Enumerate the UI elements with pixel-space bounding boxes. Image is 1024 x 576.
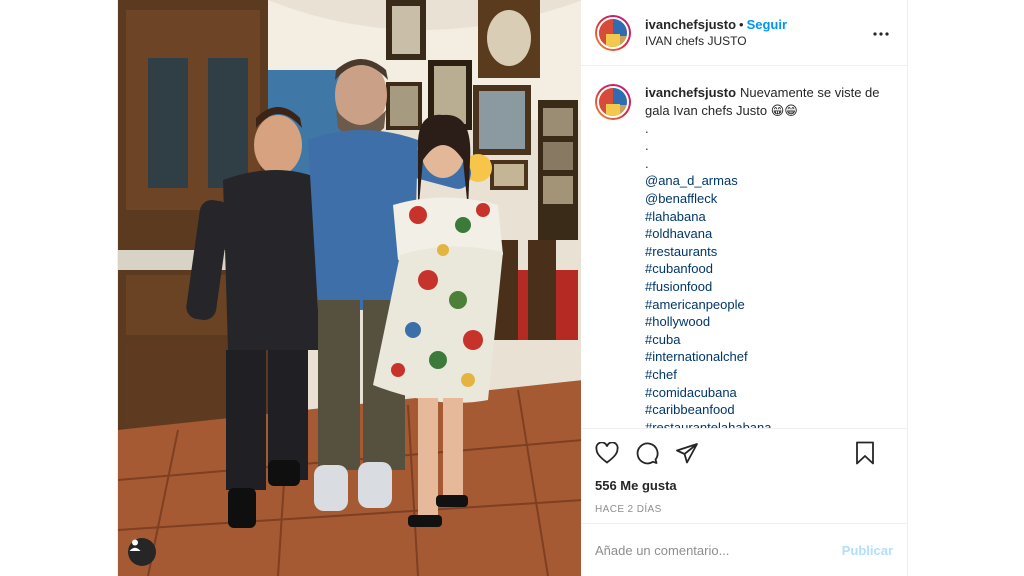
hashtag-link[interactable]: #lahabana <box>645 208 893 226</box>
hashtag-link[interactable]: #oldhavana <box>645 225 893 243</box>
follow-button[interactable]: Seguir <box>747 17 787 32</box>
comment-icon[interactable] <box>635 441 659 465</box>
instagram-post: ivanchefsjusto•Seguir IVAN chefs JUSTO <box>117 0 908 576</box>
caption-dot: . <box>645 138 649 154</box>
hashtag-link[interactable]: #chef <box>645 366 893 384</box>
caption-username[interactable]: ivanchefsjusto <box>645 85 736 100</box>
header-username[interactable]: ivanchefsjusto <box>645 17 736 32</box>
caption-avatar[interactable] <box>595 84 631 121</box>
hashtag-link[interactable]: #americanpeople <box>645 296 893 314</box>
hashtag-link[interactable]: #restaurants <box>645 243 893 261</box>
mention-link[interactable]: @ana_d_armas <box>645 172 893 190</box>
hashtag-link[interactable]: #fusionfood <box>645 278 893 296</box>
comment-input[interactable] <box>595 542 842 558</box>
share-glyph <box>676 443 698 464</box>
bookmark-glyph <box>856 441 874 465</box>
more-dots-glyph <box>873 32 889 36</box>
avatar[interactable] <box>595 14 631 51</box>
add-comment-bar: Publicar <box>581 524 907 576</box>
post-header: ivanchefsjusto • Seguir IVAN chefs JUSTO <box>581 0 907 67</box>
hashtag-link[interactable]: #cubanfood <box>645 260 893 278</box>
post-side-panel: ivanchefsjusto•Seguir IVAN chefs JUSTO <box>581 0 907 576</box>
comment-glyph <box>636 442 659 465</box>
caption-dot: . <box>645 120 649 136</box>
header-text: ivanchefsjusto • Seguir IVAN chefs JUSTO <box>645 17 787 49</box>
caption-avatar-image <box>597 86 629 119</box>
user-tag-glyph <box>129 539 141 551</box>
hashtag-link[interactable]: #restaurantelahabana <box>645 419 893 429</box>
heart-glyph <box>595 442 619 464</box>
caption: ivanchefsjusto Nuevamente se viste de gal… <box>645 84 893 428</box>
photo-illustration <box>118 0 581 576</box>
post-time[interactable]: HACE 2 DÍAS <box>581 499 907 525</box>
header-separator: • <box>739 16 744 32</box>
share-icon[interactable] <box>675 441 699 465</box>
caption-dot: . <box>645 155 649 171</box>
user-tag-icon[interactable] <box>128 538 156 566</box>
comments-section[interactable]: ivanchefsjusto Nuevamente se viste de gal… <box>581 66 907 430</box>
hashtag-link[interactable]: #comidacubana <box>645 384 893 402</box>
heart-icon[interactable] <box>595 441 619 465</box>
post-photo[interactable] <box>118 0 581 576</box>
action-bar <box>581 429 907 477</box>
publish-button[interactable]: Publicar <box>842 543 893 558</box>
avatar-image <box>597 16 629 49</box>
hashtag-link[interactable]: #cuba <box>645 331 893 349</box>
location-link[interactable]: IVAN chefs JUSTO <box>645 33 787 49</box>
likes-count[interactable]: 556 Me gusta <box>581 477 907 499</box>
hashtag-link[interactable]: #internationalchef <box>645 348 893 366</box>
more-horizontal-icon[interactable] <box>869 22 893 46</box>
hashtag-link[interactable]: #caribbeanfood <box>645 401 893 419</box>
mention-link[interactable]: @benaffleck <box>645 190 893 208</box>
hashtag-link[interactable]: #hollywood <box>645 313 893 331</box>
bookmark-icon[interactable] <box>853 441 877 465</box>
